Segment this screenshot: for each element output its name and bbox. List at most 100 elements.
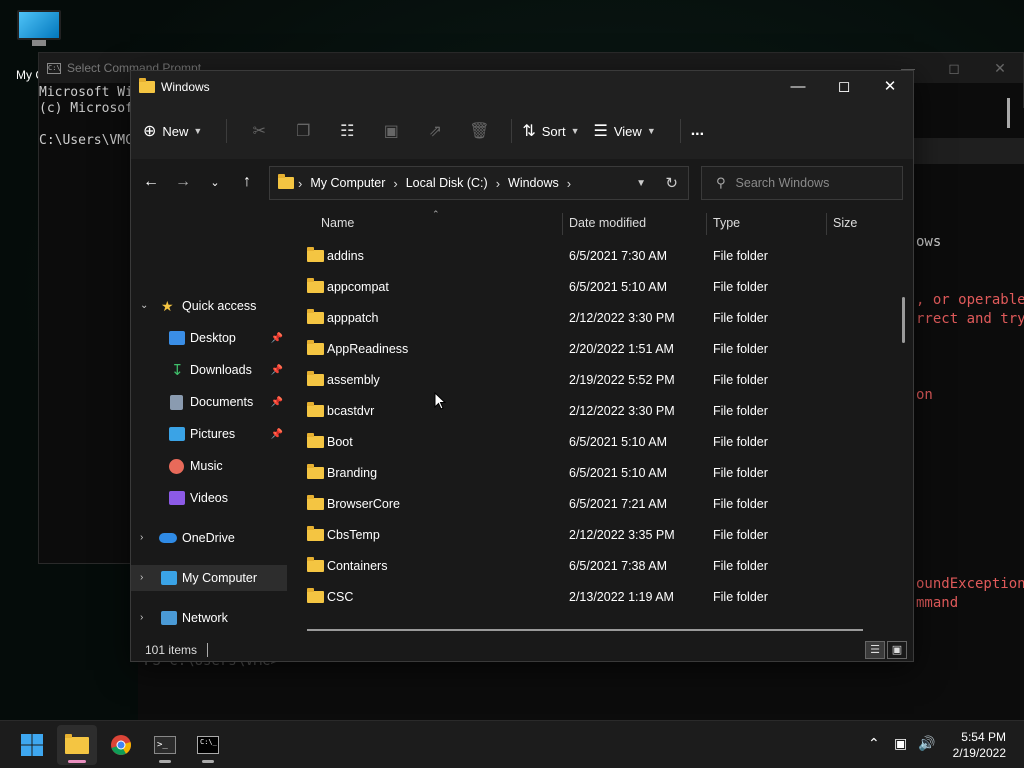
vertical-scrollbar[interactable]	[902, 297, 905, 343]
maximize-icon[interactable]: ◻	[821, 71, 867, 103]
delete-icon[interactable]: 🗑	[464, 121, 494, 141]
navigation-pane: ⌄ ★ Quick access Desktop 📌 ↧ Downloads 📌…	[131, 205, 289, 633]
taskbar-terminal[interactable]: >_	[145, 725, 185, 765]
details-view-icon[interactable]: ☰	[865, 641, 885, 659]
new-button[interactable]: ⊕ New ▼	[143, 121, 202, 141]
search-box[interactable]: ⚲ Search Windows	[701, 166, 903, 200]
file-row[interactable]: apppatch 2/12/2022 3:30 PM File folder	[307, 302, 903, 333]
clock-time: 5:54 PM	[961, 730, 1006, 744]
terminal-line: mmand	[916, 595, 959, 611]
file-row[interactable]: assembly 2/19/2022 5:52 PM File folder	[307, 364, 903, 395]
chevron-down-icon: ▼	[646, 126, 656, 136]
file-row[interactable]: addins 6/5/2021 7:30 AM File folder	[307, 240, 903, 271]
large-icons-view-icon[interactable]: ▣	[887, 641, 907, 659]
file-row[interactable]: CbsTemp 2/12/2022 3:35 PM File folder	[307, 519, 903, 550]
start-button[interactable]	[12, 725, 52, 765]
pin-icon[interactable]: 📌	[271, 333, 283, 344]
sidebar-item-documents[interactable]: Documents 📌	[131, 389, 287, 415]
column-header-type[interactable]: Type	[713, 211, 740, 237]
sidebar-item-quick-access[interactable]: ⌄ ★ Quick access	[131, 293, 287, 319]
minimize-icon[interactable]: —	[775, 71, 821, 103]
back-arrow-icon[interactable]: ←	[135, 173, 167, 191]
more-options-button[interactable]: ...	[691, 122, 704, 140]
sidebar-item-music[interactable]: Music	[131, 453, 287, 479]
volume-icon[interactable]: 🔊	[918, 735, 935, 752]
forward-arrow-icon[interactable]: →	[167, 173, 199, 191]
explorer-titlebar[interactable]: Windows — ◻ ✕	[131, 71, 913, 103]
network-status-icon[interactable]: ▣	[894, 735, 907, 752]
breadcrumb-windows[interactable]: Windows	[508, 176, 559, 190]
file-row[interactable]: Branding 6/5/2021 5:10 AM File folder	[307, 457, 903, 488]
paste-icon[interactable]: ☷	[332, 121, 362, 141]
close-icon[interactable]: ✕	[867, 71, 913, 103]
file-row[interactable]: BrowserCore 6/5/2021 7:21 AM File folder	[307, 488, 903, 519]
sidebar-item-network[interactable]: › Network	[131, 605, 287, 631]
folder-icon	[307, 587, 324, 603]
maximize-icon[interactable]: ◻	[931, 53, 977, 83]
sidebar-item-pictures[interactable]: Pictures 📌	[131, 421, 287, 447]
taskbar-file-explorer[interactable]	[57, 725, 97, 765]
documents-icon	[170, 394, 183, 410]
item-count: 101 items	[145, 643, 198, 657]
window-title: Windows	[161, 80, 210, 94]
breadcrumb-my-computer[interactable]: My Computer	[310, 176, 385, 190]
chevron-right-icon[interactable]: ›	[140, 532, 143, 543]
file-row[interactable]: Boot 6/5/2021 5:10 AM File folder	[307, 426, 903, 457]
chevron-right-icon[interactable]: ›	[140, 612, 143, 623]
file-row[interactable]: AppReadiness 2/20/2022 1:51 AM File folder	[307, 333, 903, 364]
file-row[interactable]: CSC 2/13/2022 1:19 AM File folder	[307, 581, 903, 612]
view-button[interactable]: ☰ View ▼	[594, 121, 656, 141]
pin-icon[interactable]: 📌	[271, 365, 283, 376]
cmd-icon: C:\_	[197, 736, 219, 754]
address-bar[interactable]: › My Computer › Local Disk (C:) › Window…	[269, 166, 689, 200]
clock-date: 2/19/2022	[952, 746, 1006, 760]
chevron-down-icon: ▼	[570, 126, 580, 136]
file-row[interactable]: bcastdvr 2/12/2022 3:30 PM File folder	[307, 395, 903, 426]
cloud-icon	[159, 533, 177, 543]
close-icon[interactable]: ✕	[977, 53, 1023, 83]
up-arrow-icon[interactable]: ↑	[231, 173, 263, 191]
file-row[interactable]: Containers 6/5/2021 7:38 AM File folder	[307, 550, 903, 581]
file-list: ⌃ Name Date modified Type Size addins 6/5…	[289, 205, 913, 633]
terminal-line: ows	[916, 234, 942, 250]
sidebar-item-my-computer[interactable]: › My Computer	[131, 565, 287, 591]
column-header-size[interactable]: Size	[833, 211, 857, 237]
folder-icon	[139, 78, 155, 93]
refresh-icon[interactable]: ↻	[665, 174, 678, 192]
address-dropdown-icon[interactable]: ▼	[636, 178, 646, 189]
file-explorer-window[interactable]: Windows — ◻ ✕ ⊕ New ▼ ✂ ❐ ☷ ▣ ⇗ 🗑 ⇅ Sort…	[130, 70, 914, 662]
rename-icon[interactable]: ▣	[376, 121, 406, 141]
sidebar-item-videos[interactable]: Videos	[131, 485, 287, 511]
sort-ascending-icon: ⌃	[432, 209, 440, 219]
chevron-right-icon[interactable]: ›	[140, 572, 143, 583]
sidebar-item-desktop[interactable]: Desktop 📌	[131, 325, 287, 351]
folder-icon	[65, 733, 89, 754]
show-hidden-icons-icon[interactable]: ⌃	[868, 735, 880, 752]
sidebar-item-onedrive[interactable]: › OneDrive	[131, 525, 287, 551]
share-icon[interactable]: ⇗	[420, 121, 450, 141]
column-header-name[interactable]: Name	[321, 211, 354, 237]
taskbar-chrome[interactable]	[101, 725, 141, 765]
column-header-date-modified[interactable]: Date modified	[569, 211, 646, 237]
chevron-down-icon[interactable]: ⌄	[140, 300, 148, 311]
recent-locations-icon[interactable]: ⌄	[199, 176, 231, 189]
pin-icon[interactable]: 📌	[271, 397, 283, 408]
cut-icon[interactable]: ✂	[244, 121, 274, 141]
system-clock[interactable]: 5:54 PM 2/19/2022	[953, 729, 1006, 761]
sort-button[interactable]: ⇅ Sort ▼	[522, 121, 579, 141]
horizontal-scrollbar[interactable]	[307, 629, 863, 631]
sidebar-item-downloads[interactable]: ↧ Downloads 📌	[131, 357, 287, 383]
file-row[interactable]: appcompat 6/5/2021 5:10 AM File folder	[307, 271, 903, 302]
pin-icon[interactable]: 📌	[271, 429, 283, 440]
desktop-icon-my-computer[interactable]: My Computer	[14, 10, 88, 82]
search-icon: ⚲	[716, 175, 726, 190]
network-icon	[161, 611, 177, 625]
taskbar-command-prompt[interactable]: C:\_	[188, 725, 228, 765]
taskbar: >_ C:\_ ⌃ ▣ 🔊 5:54 PM 2/19/2022	[0, 720, 1024, 768]
breadcrumb-local-disk[interactable]: Local Disk (C:)	[406, 176, 488, 190]
copy-icon[interactable]: ❐	[288, 121, 318, 141]
folder-icon	[307, 432, 324, 448]
folder-icon	[307, 556, 324, 572]
search-placeholder: Search Windows	[735, 176, 830, 190]
terminal-scrollbar[interactable]	[1007, 98, 1010, 128]
